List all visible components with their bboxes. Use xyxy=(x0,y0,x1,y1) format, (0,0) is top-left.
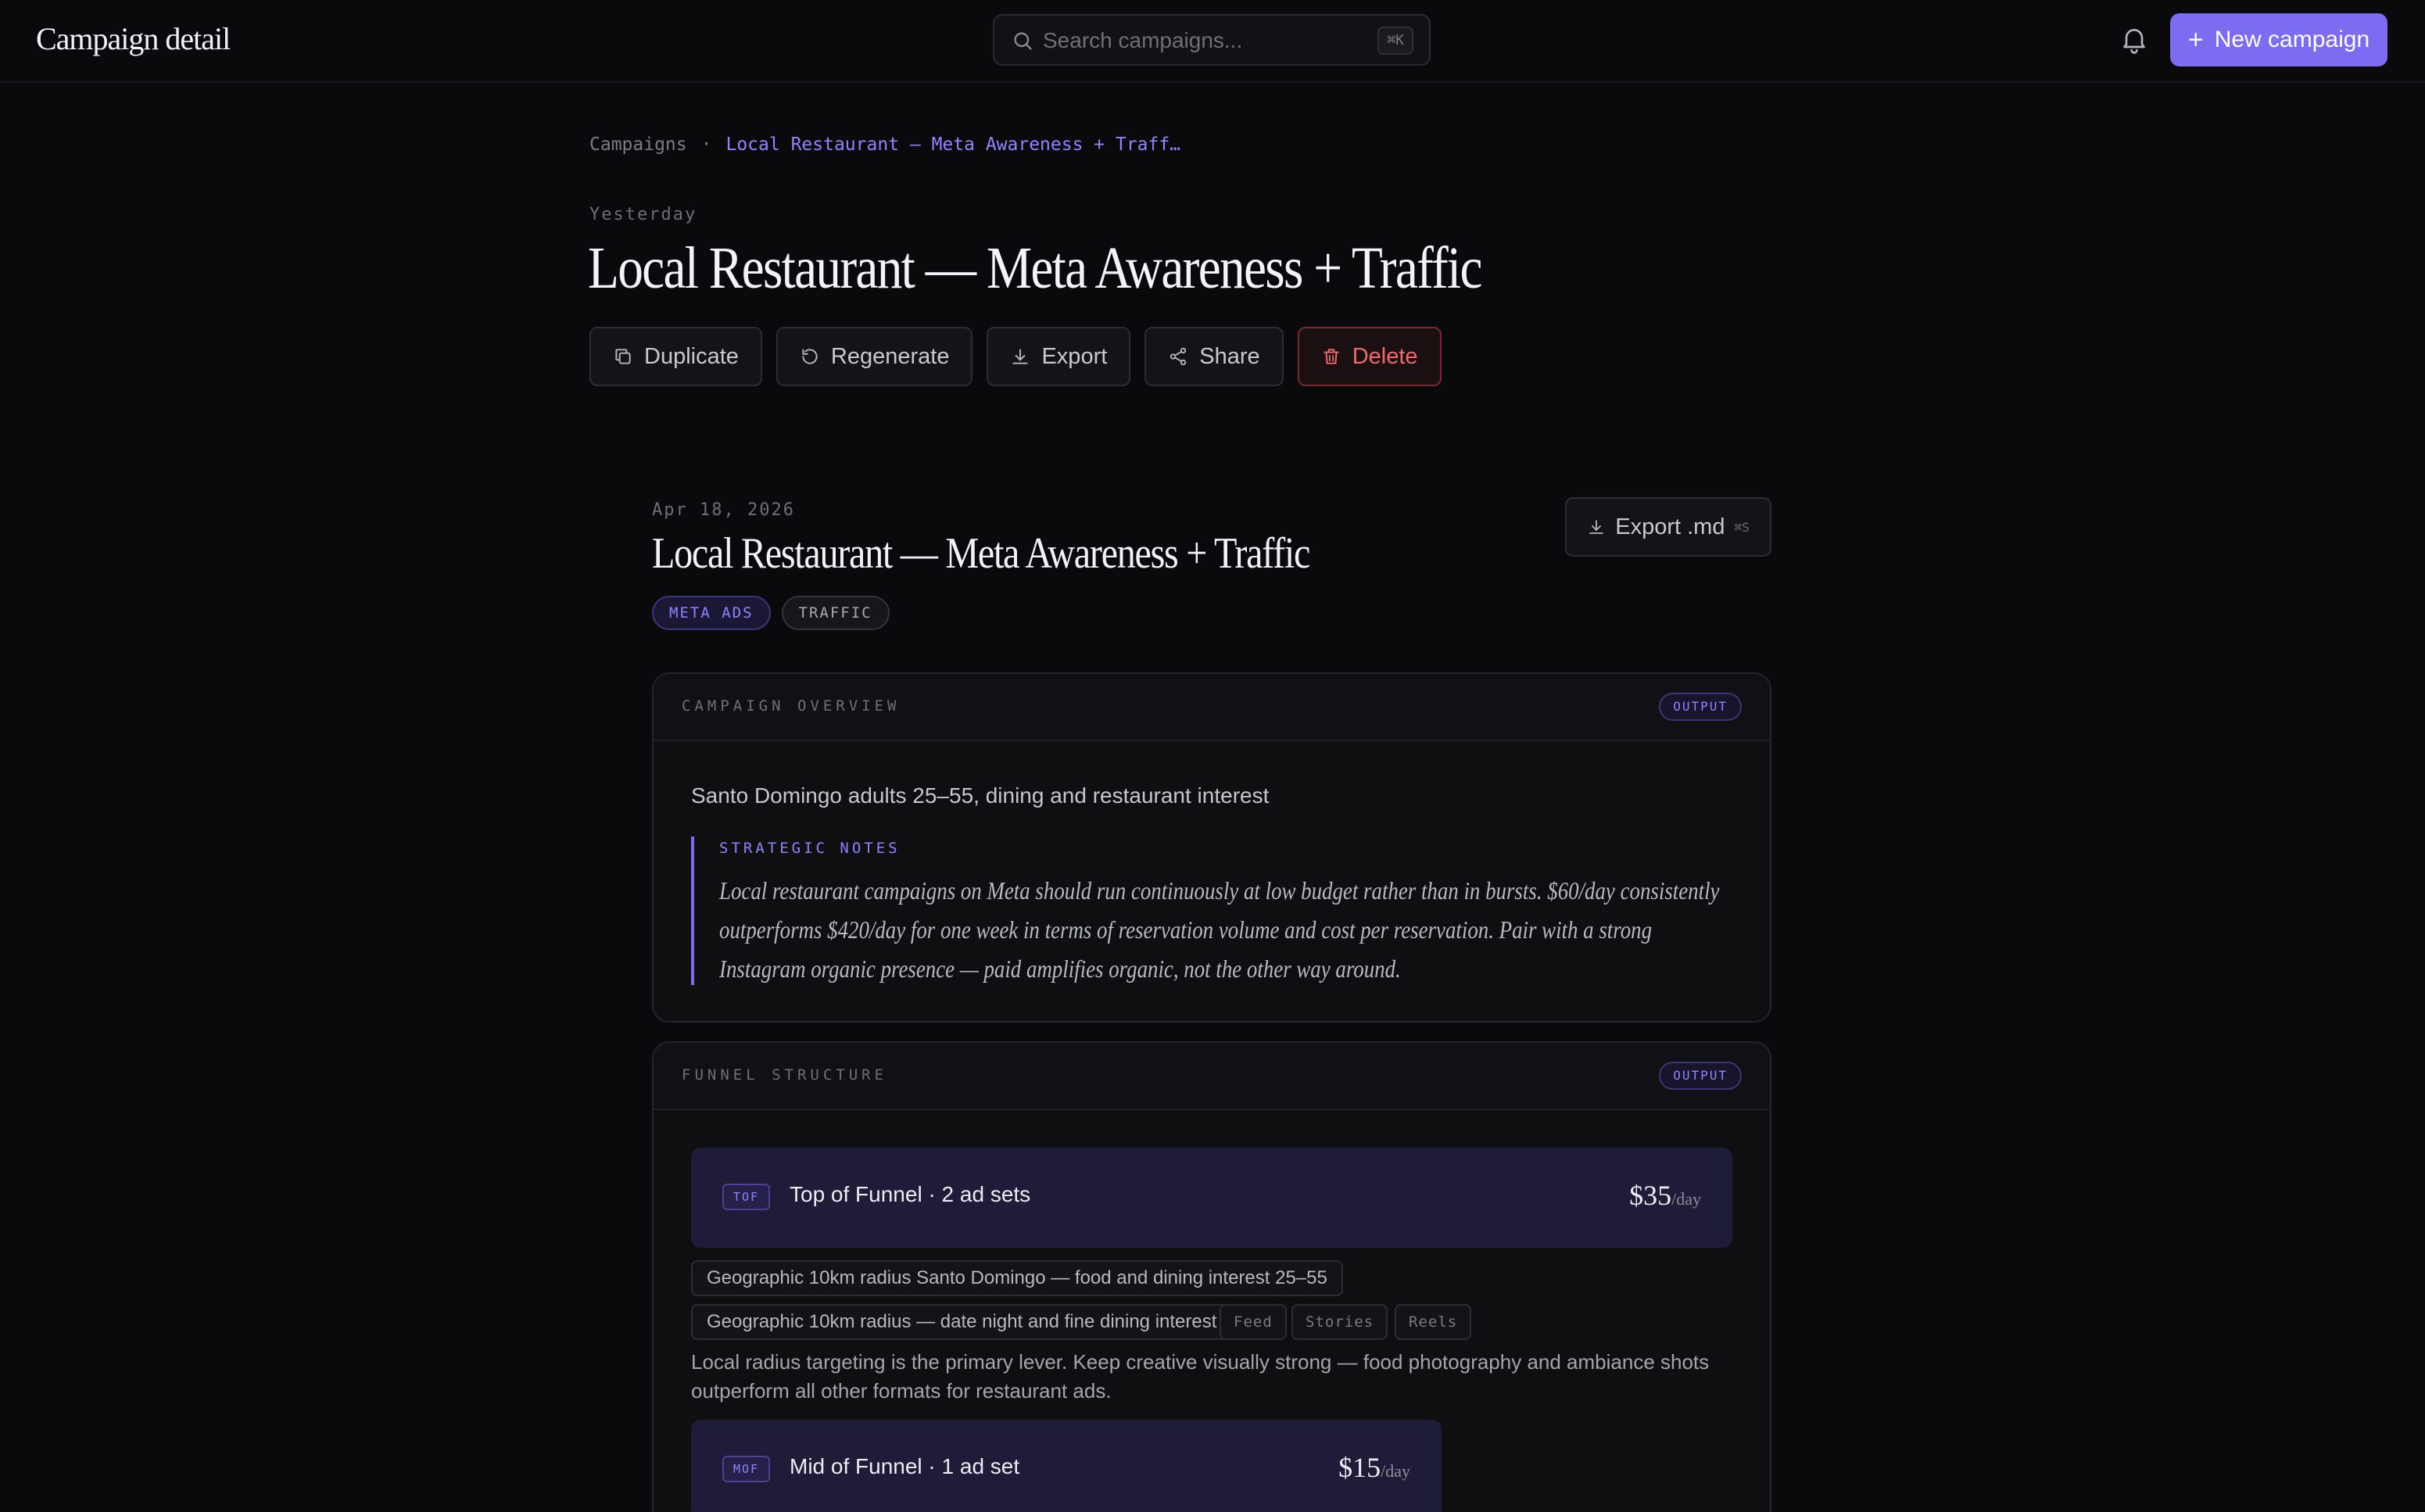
audience-summary: Santo Domingo adults 25–55, dining and r… xyxy=(691,783,1270,808)
search-box[interactable]: ⌘K xyxy=(993,14,1431,66)
delete-button[interactable]: Delete xyxy=(1297,327,1442,386)
budget-period: /day xyxy=(1671,1189,1701,1209)
export-md-shortcut: ⌘S xyxy=(1734,519,1750,535)
card-header: FUNNEL STRUCTURE OUTPUT xyxy=(654,1043,1770,1110)
strategic-notes-label: STRATEGIC NOTES xyxy=(719,840,901,857)
funnel-stage-tof[interactable]: TOF Top of Funnel · 2 ad sets $35/day xyxy=(691,1148,1732,1248)
header-date: Yesterday xyxy=(589,205,697,224)
breadcrumb: Campaigns · Local Restaurant — Meta Awar… xyxy=(589,134,1180,155)
card-header: CAMPAIGN OVERVIEW OUTPUT xyxy=(654,674,1770,741)
stage-name: Mid of Funnel · 1 ad set xyxy=(790,1454,1020,1478)
new-campaign-label: New campaign xyxy=(2214,27,2370,52)
tag-meta-ads: META ADS xyxy=(652,596,771,630)
strategic-notes-body: Local restaurant campaigns on Meta shoul… xyxy=(719,876,1720,983)
tag-traffic: TRAFFIC xyxy=(781,596,890,630)
output-badge: OUTPUT xyxy=(1659,1062,1742,1090)
export-md-button[interactable]: Export .md ⌘S xyxy=(1565,497,1771,557)
export-label: Export xyxy=(1041,343,1108,369)
export-md-label: Export .md xyxy=(1615,514,1725,539)
funnel-structure-card: FUNNEL STRUCTURE OUTPUT TOF Top of Funne… xyxy=(652,1041,1771,1512)
search-icon xyxy=(1014,32,1032,50)
regenerate-label: Regenerate xyxy=(830,343,950,369)
stage-badge: TOF xyxy=(722,1184,771,1210)
trash-icon xyxy=(1324,349,1339,364)
document-date: Apr 18, 2026 xyxy=(652,500,795,520)
breadcrumb-separator: · xyxy=(700,134,712,155)
stage-badge: MOF xyxy=(722,1456,771,1482)
page-title: Local Restaurant — Meta Awareness + Traf… xyxy=(588,235,1482,301)
budget-amount: $35 xyxy=(1629,1180,1672,1211)
share-icon xyxy=(1170,347,1187,366)
funnel-stage-note: Local radius targeting is the primary le… xyxy=(691,1350,1710,1403)
breadcrumb-current: Local Restaurant — Meta Awareness + Traf… xyxy=(725,134,1181,155)
placement-chip-reels: Reels xyxy=(1395,1304,1472,1340)
breadcrumb-campaigns-link[interactable]: Campaigns xyxy=(589,134,687,155)
placement-chip-stories: Stories xyxy=(1291,1304,1388,1340)
campaign-overview-card: CAMPAIGN OVERVIEW OUTPUT Santo Domingo a… xyxy=(652,672,1771,1023)
duplicate-label: Duplicate xyxy=(644,343,739,369)
share-label: Share xyxy=(1199,343,1260,369)
placement-chip-feed: Feed xyxy=(1220,1304,1287,1340)
refresh-icon xyxy=(802,349,818,364)
duplicate-button[interactable]: Duplicate xyxy=(589,327,762,386)
card-label: CAMPAIGN OVERVIEW xyxy=(682,697,901,715)
delete-label: Delete xyxy=(1352,343,1418,369)
app-title: Campaign detail xyxy=(36,21,231,56)
new-campaign-button[interactable]: + New campaign xyxy=(2170,13,2387,66)
stage-budget: $35/day xyxy=(1629,1179,1701,1212)
budget-period: /day xyxy=(1381,1461,1410,1481)
ad-set-chip: Geographic 10km radius Santo Domingo — f… xyxy=(691,1260,1343,1296)
ad-set-chip: Geographic 10km radius — date night and … xyxy=(691,1304,1233,1340)
stage-budget: $15/day xyxy=(1338,1451,1410,1484)
document-title: Local Restaurant — Meta Awareness + Traf… xyxy=(652,529,1310,578)
export-button[interactable]: Export xyxy=(987,327,1131,386)
search-shortcut-badge: ⌘K xyxy=(1377,27,1413,55)
funnel-stage-mof[interactable]: MOF Mid of Funnel · 1 ad set $15/day xyxy=(691,1420,1442,1512)
share-button[interactable]: Share xyxy=(1144,327,1284,386)
regenerate-button[interactable]: Regenerate xyxy=(775,327,973,386)
top-bar: Campaign detail ⌘K + New campaign xyxy=(0,0,2425,83)
copy-icon xyxy=(615,349,631,364)
notification-bell-icon[interactable] xyxy=(2119,23,2150,55)
plus-icon: + xyxy=(2187,25,2204,55)
download-icon xyxy=(1589,520,1604,534)
output-badge: OUTPUT xyxy=(1659,693,1742,721)
download-icon xyxy=(1012,349,1029,364)
strategic-notes: STRATEGIC NOTES Local restaurant campaig… xyxy=(691,837,1739,985)
search-input[interactable] xyxy=(1043,23,1356,58)
action-bar: Duplicate Regenerate Export Share Delete xyxy=(589,327,1442,386)
stage-name: Top of Funnel · 2 ad sets xyxy=(790,1182,1031,1206)
tag-list: META ADS TRAFFIC xyxy=(652,596,890,630)
budget-amount: $15 xyxy=(1338,1452,1381,1483)
card-label: FUNNEL STRUCTURE xyxy=(682,1066,888,1084)
